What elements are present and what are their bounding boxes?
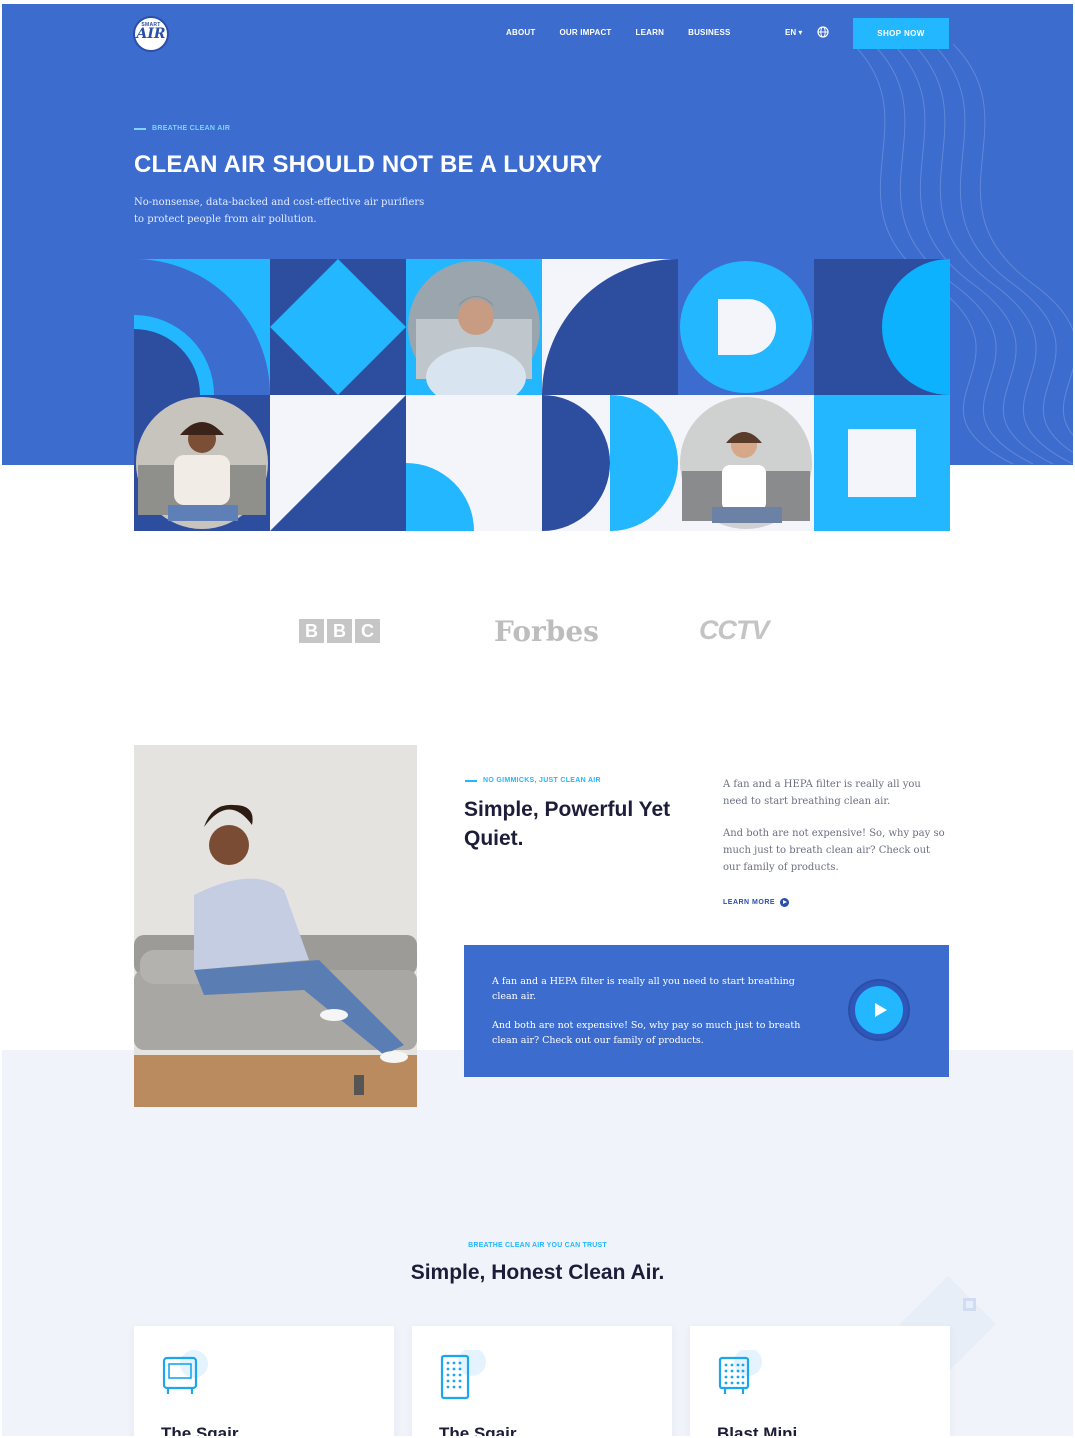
product-card[interactable]: The Sqair	[412, 1326, 672, 1436]
sofa-scene-image	[134, 745, 417, 1107]
video-text-2: And both are not expensive! So, why pay …	[492, 1020, 801, 1046]
nav-learn[interactable]: LEARN	[636, 28, 665, 37]
hero-eyebrow-text: BREATHE CLEAN AIR	[152, 125, 231, 132]
purifier-icon	[162, 1350, 208, 1394]
eyebrow-dash	[465, 779, 477, 782]
video-text-1: A fan and a HEPA filter is really all yo…	[492, 976, 795, 1002]
shop-now-button[interactable]: SHOP NOW	[853, 18, 949, 49]
woman-on-sofa-photo	[134, 745, 417, 1107]
mosaic-photo-man	[406, 259, 542, 395]
products-title: Simple, Honest Clean Air.	[410, 1261, 665, 1284]
logo-top-text: SMART	[141, 22, 161, 28]
brand-logo[interactable]: SMART AIR	[133, 16, 169, 52]
product-card[interactable]: The Sqair	[134, 1326, 394, 1436]
video-card-text: A fan and a HEPA filter is really all yo…	[492, 974, 822, 1048]
top-nav: SMART AIR ABOUT OUR IMPACT LEARN BUSINES…	[2, 4, 1073, 64]
learn-more-label: LEARN MORE	[723, 899, 776, 906]
nav-our-impact[interactable]: OUR IMPACT	[559, 28, 611, 37]
product-name: The Sqair	[439, 1424, 517, 1436]
mosaic-tile-quarter-arcs	[134, 259, 270, 395]
hero-title: CLEAN AIR SHOULD NOT BE A LUXURY	[134, 151, 603, 178]
arrow-circle-icon	[780, 898, 790, 907]
mosaic-tile-ring	[678, 259, 814, 395]
language-selector[interactable]: EN ▾	[785, 28, 802, 37]
forbes-logo: Forbes	[494, 615, 599, 648]
bbc-letter-b1: B	[299, 619, 324, 643]
nav-about[interactable]: ABOUT	[506, 28, 535, 37]
mosaic-tile-semicircle	[814, 259, 950, 395]
filter-grid-icon	[718, 1350, 762, 1394]
mosaic-tile-double-semicircle	[542, 395, 678, 531]
page: SMART AIR ABOUT OUR IMPACT LEARN BUSINES…	[2, 4, 1073, 1436]
mosaic-tile-quarter	[406, 395, 542, 531]
video-card: A fan and a HEPA filter is really all yo…	[464, 945, 949, 1077]
product-cards: The Sqair The Sqair Blast Mini	[134, 1326, 950, 1436]
hero-subtitle: No-nonsense, data-backed and cost-effect…	[134, 194, 454, 228]
mosaic-photo-woman-2	[678, 395, 814, 531]
feature-text-2: And both are not expensive! So, why pay …	[723, 828, 945, 873]
feature-text-1: A fan and a HEPA filter is really all yo…	[723, 779, 921, 807]
mosaic-tile-square	[814, 395, 950, 531]
product-card[interactable]: Blast Mini	[690, 1326, 950, 1436]
products-eyebrow: BREATHE CLEAN AIR YOU CAN TRUST	[468, 1242, 607, 1249]
globe-icon[interactable]	[817, 26, 829, 38]
mosaic-tile-triangle	[270, 395, 406, 531]
decorative-square	[963, 1298, 976, 1311]
product-name: The Sqair	[161, 1424, 239, 1436]
mosaic-tile-half-circle	[542, 259, 678, 395]
hero-eyebrow: BREATHE CLEAN AIR	[134, 125, 230, 132]
feature-eyebrow: NO GIMMICKS, JUST CLEAN AIR	[465, 777, 601, 784]
mosaic-tile-diamond	[270, 259, 406, 395]
bbc-letter-c: C	[355, 619, 380, 643]
hero-mosaic	[134, 259, 950, 531]
product-name: Blast Mini	[717, 1424, 798, 1436]
filter-grid-icon	[440, 1350, 486, 1400]
learn-more-link[interactable]: LEARN MORE	[723, 898, 790, 907]
eyebrow-dash	[134, 127, 146, 130]
logo-text: AIR	[136, 26, 166, 42]
feature-title: Simple, Powerful Yet Quiet.	[464, 798, 671, 850]
hero-subtitle-line1: No-nonsense, data-backed and cost-effect…	[134, 197, 425, 208]
nav-business[interactable]: BUSINESS	[688, 28, 731, 37]
mosaic-photo-woman-1	[134, 395, 270, 531]
feature-description: A fan and a HEPA filter is really all yo…	[723, 776, 948, 876]
cctv-logo: CCTV	[699, 615, 769, 645]
hero-subtitle-line2: to protect people from air pollution.	[134, 214, 317, 225]
play-button[interactable]	[850, 981, 908, 1039]
feature-eyebrow-text: NO GIMMICKS, JUST CLEAN AIR	[483, 777, 601, 784]
bbc-logo: B B C	[299, 619, 380, 643]
nav-links: ABOUT OUR IMPACT LEARN BUSINESS	[506, 28, 731, 37]
bbc-letter-b2: B	[327, 619, 352, 643]
